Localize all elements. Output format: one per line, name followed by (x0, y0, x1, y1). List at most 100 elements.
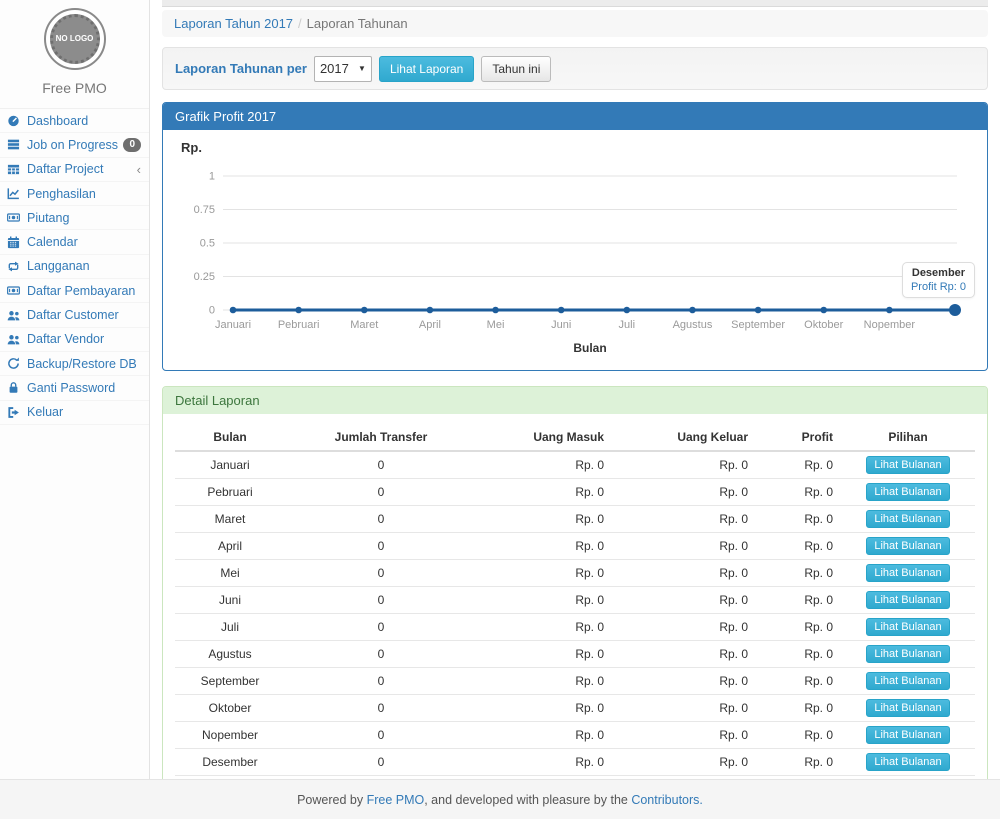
column-header-profit: Profit (756, 424, 841, 451)
cell-pilihan: Lihat Bulanan (841, 587, 975, 614)
sidebar-item-calendar[interactable]: Calendar (0, 230, 149, 254)
count-badge: 0 (123, 138, 141, 152)
cell-uang_keluar: Rp. 0 (612, 587, 756, 614)
column-header-jumlah-transfer: Jumlah Transfer (285, 424, 477, 451)
lihat-bulanan-button[interactable]: Lihat Bulanan (866, 564, 949, 582)
svg-text:0.25: 0.25 (194, 271, 215, 283)
footer-text-middle: , and developed with pleasure by the (424, 793, 631, 807)
retweet-icon (7, 259, 22, 273)
cell-pilihan: Lihat Bulanan (841, 560, 975, 587)
profit-line-chart: 10.750.50.250JanuariPebruariMaretAprilMe… (175, 156, 977, 360)
svg-text:Maret: Maret (350, 319, 378, 331)
cell-profit: Rp. 0 (756, 451, 841, 479)
cell-uang_keluar: Rp. 0 (612, 479, 756, 506)
lihat-bulanan-button[interactable]: Lihat Bulanan (866, 483, 949, 501)
calendar-icon (7, 235, 22, 249)
year-select[interactable]: 2017 ▼ (314, 56, 372, 82)
lihat-bulanan-button[interactable]: Lihat Bulanan (866, 510, 949, 528)
report-filter-bar: Laporan Tahunan per 2017 ▼ Lihat Laporan… (162, 47, 988, 90)
sidebar-item-label: Daftar Vendor (27, 332, 104, 346)
svg-text:Mei: Mei (487, 319, 505, 331)
sidebar-item-penghasilan[interactable]: Penghasilan (0, 182, 149, 206)
table-row: Mei0Rp. 0Rp. 0Rp. 0Lihat Bulanan (175, 560, 975, 587)
main-content: Laporan Tahun 2017/Laporan Tahunan Lapor… (150, 0, 1000, 811)
lock-icon (7, 381, 22, 395)
cell-jumlah_transfer: 0 (285, 451, 477, 479)
table-row: Oktober0Rp. 0Rp. 0Rp. 0Lihat Bulanan (175, 695, 975, 722)
cell-pilihan: Lihat Bulanan (841, 722, 975, 749)
lihat-bulanan-button[interactable]: Lihat Bulanan (866, 645, 949, 663)
svg-text:0: 0 (209, 305, 215, 317)
filter-label: Laporan Tahunan per (175, 61, 307, 76)
cell-pilihan: Lihat Bulanan (841, 451, 975, 479)
cell-jumlah_transfer: 0 (285, 722, 477, 749)
sidebar-item-daftar-project[interactable]: Daftar Project ‹ (0, 158, 149, 182)
breadcrumb-link-laporan-tahun[interactable]: Laporan Tahun 2017 (174, 16, 293, 31)
chevron-left-icon: ‹ (137, 163, 141, 176)
sidebar-item-keluar[interactable]: Keluar (0, 401, 149, 425)
lihat-bulanan-button[interactable]: Lihat Bulanan (866, 753, 949, 771)
cell-pilihan: Lihat Bulanan (841, 479, 975, 506)
cell-uang_masuk: Rp. 0 (477, 668, 612, 695)
lihat-bulanan-button[interactable]: Lihat Bulanan (866, 591, 949, 609)
cell-jumlah_transfer: 0 (285, 479, 477, 506)
lihat-bulanan-button[interactable]: Lihat Bulanan (866, 618, 949, 636)
cell-profit: Rp. 0 (756, 587, 841, 614)
tahun-ini-button[interactable]: Tahun ini (481, 56, 551, 82)
cell-bulan: Juni (175, 587, 285, 614)
cell-uang_masuk: Rp. 0 (477, 722, 612, 749)
lihat-laporan-button[interactable]: Lihat Laporan (379, 56, 474, 82)
cell-bulan: April (175, 533, 285, 560)
cell-profit: Rp. 0 (756, 506, 841, 533)
sidebar-item-ganti-password[interactable]: Ganti Password (0, 376, 149, 400)
lihat-bulanan-button[interactable]: Lihat Bulanan (866, 726, 949, 744)
table-row: April0Rp. 0Rp. 0Rp. 0Lihat Bulanan (175, 533, 975, 560)
svg-text:Pebruari: Pebruari (278, 319, 320, 331)
sidebar-item-job-on-progress[interactable]: Job on Progress 0 (0, 133, 149, 157)
cell-pilihan: Lihat Bulanan (841, 614, 975, 641)
cell-profit: Rp. 0 (756, 722, 841, 749)
sidebar-item-label: Job on Progress (27, 138, 118, 152)
sidebar-item-piutang[interactable]: Piutang (0, 206, 149, 230)
cell-profit: Rp. 0 (756, 479, 841, 506)
sidebar-item-daftar-customer[interactable]: Daftar Customer (0, 303, 149, 327)
sidebar-item-dashboard[interactable]: Dashboard (0, 109, 149, 133)
lihat-bulanan-button[interactable]: Lihat Bulanan (866, 537, 949, 555)
cell-bulan: Maret (175, 506, 285, 533)
sidebar-item-label: Langganan (27, 259, 90, 273)
sidebar-item-label: Calendar (27, 235, 78, 249)
cell-profit: Rp. 0 (756, 695, 841, 722)
table-row: September0Rp. 0Rp. 0Rp. 0Lihat Bulanan (175, 668, 975, 695)
logo: NO LOGO Free PMO (0, 0, 149, 96)
lihat-bulanan-button[interactable]: Lihat Bulanan (866, 672, 949, 690)
lihat-bulanan-button[interactable]: Lihat Bulanan (866, 699, 949, 717)
sidebar-item-label: Daftar Project (27, 162, 103, 176)
money-icon (7, 284, 22, 298)
sidebar-item-daftar-vendor[interactable]: Daftar Vendor (0, 328, 149, 352)
tasks-icon (7, 138, 22, 152)
column-header-uang-keluar: Uang Keluar (612, 424, 756, 451)
users-icon (7, 332, 22, 346)
brand-name: Free PMO (0, 80, 149, 96)
free-pmo-link[interactable]: Free PMO (367, 793, 425, 807)
column-header-bulan: Bulan (175, 424, 285, 451)
cell-uang_keluar: Rp. 0 (612, 641, 756, 668)
table-row: Maret0Rp. 0Rp. 0Rp. 0Lihat Bulanan (175, 506, 975, 533)
cell-jumlah_transfer: 0 (285, 614, 477, 641)
cell-pilihan: Lihat Bulanan (841, 695, 975, 722)
lihat-bulanan-button[interactable]: Lihat Bulanan (866, 456, 949, 474)
cell-profit: Rp. 0 (756, 641, 841, 668)
sidebar-item-daftar-pembayaran[interactable]: Daftar Pembayaran (0, 279, 149, 303)
cell-uang_masuk: Rp. 0 (477, 533, 612, 560)
profit-chart: Rp. 10.750.50.250JanuariPebruariMaretApr… (175, 140, 977, 360)
sidebar-item-backup-restore-db[interactable]: Backup/Restore DB (0, 352, 149, 376)
sidebar: NO LOGO Free PMO DashboardJob on Progres… (0, 0, 150, 779)
cell-uang_keluar: Rp. 0 (612, 722, 756, 749)
sidebar-item-langganan[interactable]: Langganan (0, 255, 149, 279)
cell-jumlah_transfer: 0 (285, 587, 477, 614)
contributors-link[interactable]: Contributors. (631, 793, 703, 807)
breadcrumb-current: Laporan Tahunan (307, 16, 408, 31)
chart-y-axis-label: Rp. (181, 140, 977, 156)
svg-text:0.5: 0.5 (200, 238, 215, 250)
cell-bulan: Oktober (175, 695, 285, 722)
